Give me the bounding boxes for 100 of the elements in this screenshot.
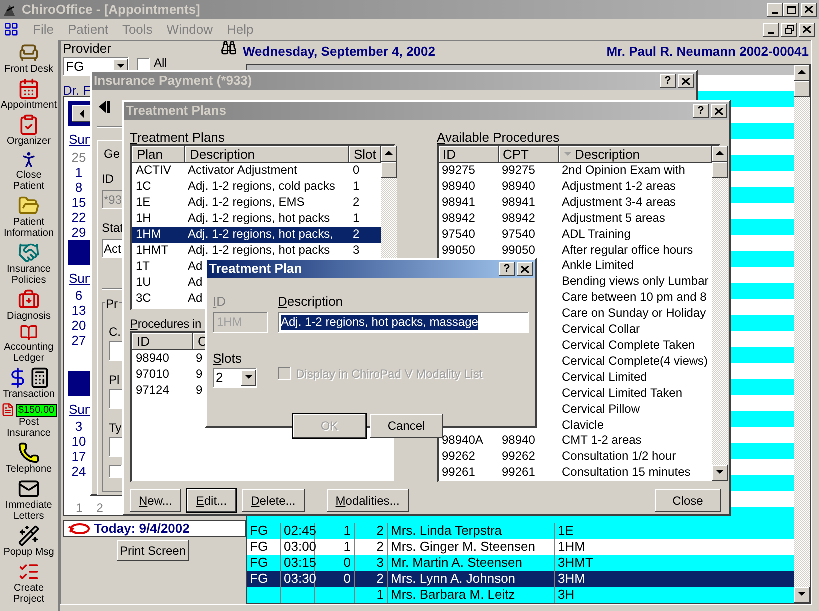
dialog-button[interactable]: Delete...: [242, 489, 305, 512]
help-button[interactable]: ?: [693, 104, 709, 118]
help-button[interactable]: ?: [660, 74, 676, 88]
dialog-title: Treatment Plans: [126, 102, 226, 120]
toolbar-button[interactable]: Patient Information: [0, 194, 58, 239]
toolbar-button[interactable]: Create Project: [0, 560, 58, 605]
calendar-day[interactable]: 15: [68, 194, 90, 210]
status-field[interactable]: Act: [102, 239, 124, 258]
calendar-day[interactable]: 17: [68, 449, 90, 464]
table-cell: 1E: [136, 195, 151, 211]
table-cell: Cervical Complete(4 views): [562, 354, 708, 370]
plan-row[interactable]: 1H Adj. 1-2 regions, hot packs 1: [132, 211, 382, 227]
list-label: Procedures in: [130, 316, 202, 331]
date-heading: Wednesday, September 4, 2002: [243, 42, 436, 61]
table-cell: 99262: [442, 449, 476, 466]
close-dialog-button[interactable]: Close: [655, 489, 721, 512]
column-header[interactable]: ID: [132, 333, 193, 350]
calendar-day[interactable]: 20: [68, 318, 90, 333]
plan-row[interactable]: ACTIV Activator Adjustment 0: [132, 163, 382, 179]
schedule-row[interactable]: FG 02:45 1 2 Mrs. Linda Terpstra 1E: [247, 523, 794, 539]
column-header[interactable]: Slot: [349, 146, 382, 163]
toolbar-button[interactable]: Organizer: [0, 114, 58, 147]
field-label: Ty: [109, 420, 122, 437]
schedule-row[interactable]: 1 Mrs. Barbara M. Leitz 3H: [247, 587, 794, 603]
table-cell: 2nd Opinion Exam with: [562, 163, 686, 179]
dialog-button[interactable]: Edit...: [187, 489, 236, 512]
schedule-row[interactable]: FG 03:15 0 3 Mr. Martin A. Steensen 3HMT: [247, 555, 794, 571]
table-cell: 97540: [502, 226, 536, 243]
table-cell: Adjustment 1-2 areas: [562, 178, 676, 195]
tab[interactable]: Ge: [104, 145, 120, 163]
table-cell: 98941: [502, 194, 536, 211]
patient-heading: Mr. Paul R. Neumann 2002-00041: [606, 42, 809, 60]
table-cell: 1: [353, 211, 360, 227]
calendar-day[interactable]: 24: [68, 464, 90, 480]
table-cell: Cervical Limited Taken: [562, 386, 682, 402]
description-field[interactable]: Adj. 1-2 regions, hot packs, massage: [278, 312, 529, 332]
plan-row[interactable]: 1HM Adj. 1-2 regions, hot packs, 2: [132, 227, 382, 243]
table-cell: Cervical Pillow: [562, 402, 640, 418]
column-header[interactable]: ID: [439, 146, 499, 163]
today-bar[interactable]: Today: 9/4/2002: [63, 520, 246, 537]
plan-row[interactable]: 1E Adj. 1-2 regions, EMS 2: [132, 195, 382, 211]
toolbar-button[interactable]: Diagnosis: [0, 288, 58, 322]
checkbox-label: All: [154, 57, 168, 70]
column-header[interactable]: Description: [185, 146, 349, 163]
table-cell: Care on Sunday or Holiday: [562, 306, 706, 322]
calendar-day[interactable]: 2: [96, 502, 104, 515]
dialog-button[interactable]: New...: [130, 489, 182, 512]
toolbar-button[interactable]: Transaction: [0, 367, 58, 400]
calendar-day[interactable]: 8: [68, 180, 90, 194]
calendar-day[interactable]: 25: [68, 150, 90, 164]
toolbar-button[interactable]: Popup Msg: [0, 525, 58, 558]
table-cell: ADL Training: [562, 226, 631, 243]
toolbar-button[interactable]: Front Desk: [0, 42, 58, 75]
field-label: ID: [213, 293, 226, 311]
plan-row[interactable]: 1HMT Adj. 1-2 regions, hot packs 3: [132, 243, 382, 259]
calendar-day[interactable]: 1: [68, 164, 90, 180]
table-cell: Ad: [188, 275, 203, 291]
table-cell: Adjustment 3-4 areas: [562, 194, 676, 211]
toolbar-button[interactable]: Accounting Ledger: [0, 324, 58, 364]
cancel-button[interactable]: Cancel: [370, 414, 443, 438]
table-cell: 98941: [442, 194, 476, 211]
dialog-button[interactable]: Modalities...: [326, 489, 409, 512]
calendar-day[interactable]: 13: [68, 303, 90, 318]
toolbar-button[interactable]: Insurance Policies: [0, 242, 58, 286]
toolbar-button[interactable]: $150.00 Post Insurance: [0, 403, 58, 440]
print-screen-button[interactable]: Print Screen: [117, 540, 189, 561]
plan-row[interactable]: 1C Adj. 1-2 regions, cold packs 1: [132, 179, 382, 195]
table-cell: 1E: [558, 523, 574, 539]
toolbar-button[interactable]: Immediate Letters: [0, 478, 58, 522]
toolbar-button[interactable]: Appointment: [0, 78, 58, 111]
table-cell: Mrs. Barbara M. Leitz: [391, 587, 516, 603]
schedule-row[interactable]: FG 03:30 0 2 Mrs. Lynn A. Johnson 3HM: [247, 571, 794, 587]
table-cell: Consultation 1/2 hour: [562, 449, 676, 466]
table-cell: 99262: [502, 449, 536, 466]
table-cell: 0: [344, 571, 351, 587]
table-cell: 98942: [502, 210, 536, 227]
table-cell: 2: [376, 571, 384, 587]
table-cell: Ankle Limited: [562, 258, 634, 274]
column-header[interactable]: CPT: [499, 146, 559, 163]
slots-combo[interactable]: 2: [213, 368, 257, 388]
table-cell: Ad: [188, 259, 203, 275]
calendar-day[interactable]: 3: [68, 419, 90, 434]
calendar-day[interactable]: 29: [68, 224, 90, 240]
toolbar-button[interactable]: Close Patient: [0, 150, 58, 192]
table-cell: 97124: [136, 382, 170, 398]
calendar-day[interactable]: 6: [68, 288, 90, 303]
calendar-day[interactable]: 27: [68, 333, 90, 348]
column-header[interactable]: Plan: [132, 146, 185, 163]
calendar-day[interactable]: 22: [68, 210, 90, 224]
table-cell: FG: [250, 555, 268, 571]
field-label: Description: [278, 293, 344, 311]
schedule-row[interactable]: FG 03:00 1 2 Mrs. Ginger M. Steensen 1HM: [247, 539, 794, 555]
table-cell: FG: [250, 571, 268, 587]
field-label: Pl: [109, 372, 120, 389]
calendar-day[interactable]: 10: [68, 434, 90, 450]
toolbar-button[interactable]: Telephone: [0, 442, 58, 476]
column-header[interactable]: Description: [559, 146, 712, 163]
help-button[interactable]: ?: [499, 262, 515, 276]
selected-text: Adj. 1-2 regions, hot packs, massage: [281, 314, 478, 330]
calendar-day[interactable]: 1: [76, 502, 83, 515]
